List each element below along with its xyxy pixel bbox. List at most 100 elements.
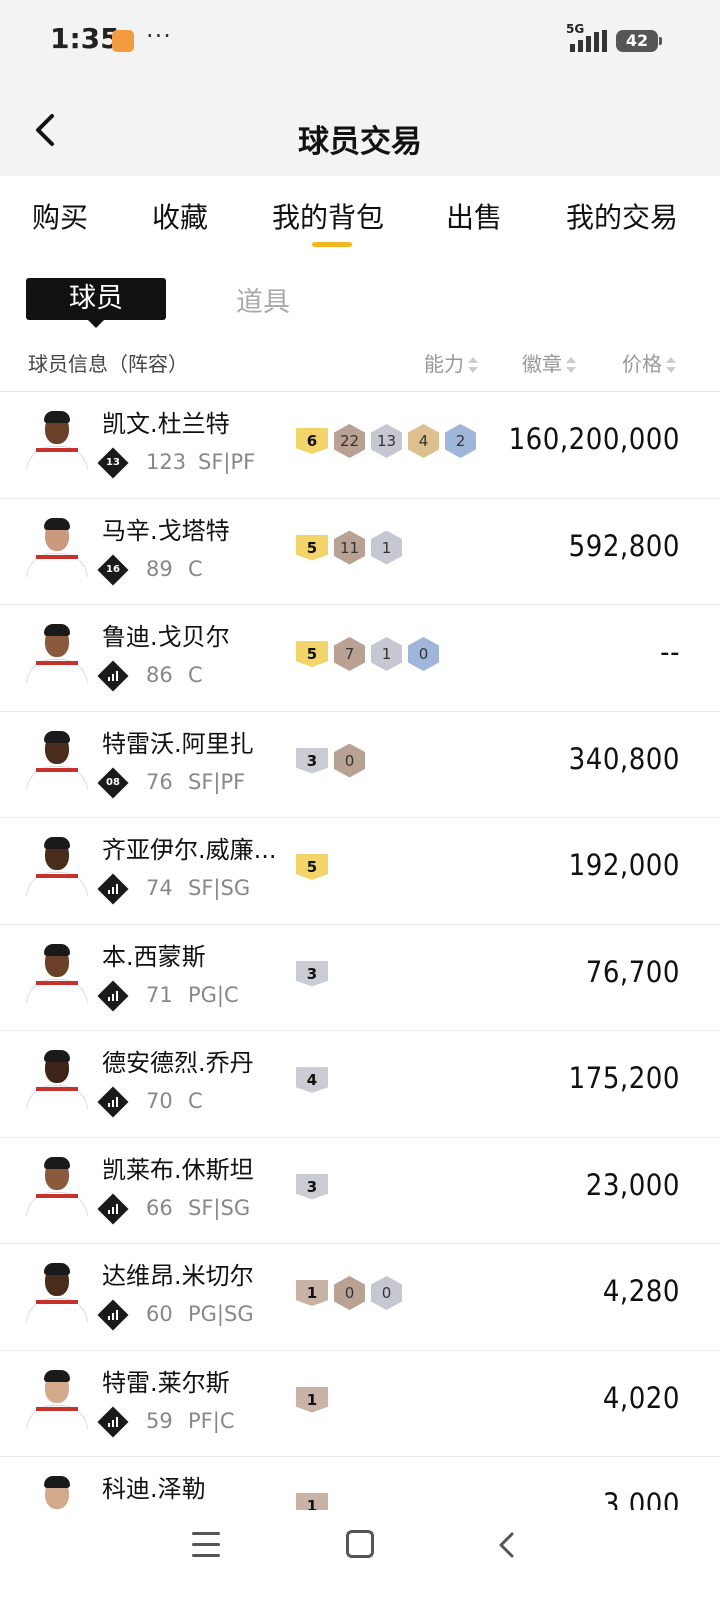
player-tier xyxy=(102,878,124,900)
badge-count: 4 xyxy=(408,424,439,458)
badge-count: 22 xyxy=(334,424,365,458)
column-player-info: 球员信息（阵容） xyxy=(28,352,188,376)
player-tier-icon xyxy=(97,1405,129,1438)
player-name: 本.西蒙斯 xyxy=(102,942,206,971)
player-avatar xyxy=(26,1154,88,1216)
player-row[interactable]: 本.西蒙斯 71 PG|C 3 76,700 xyxy=(0,925,720,1031)
player-tier-icon xyxy=(97,1086,129,1118)
home-icon[interactable] xyxy=(346,1530,374,1558)
player-tier-icon xyxy=(97,1299,129,1331)
player-rating: 123 xyxy=(146,450,187,474)
player-avatar xyxy=(26,621,88,683)
tab-my-trades[interactable]: 我的交易 xyxy=(566,196,678,236)
player-rating: 76 xyxy=(146,769,173,794)
status-bar: 1:35 ··· 5G 42 xyxy=(0,0,720,88)
sort-by-price[interactable]: 价格 xyxy=(622,348,676,377)
player-row[interactable]: 达维昂.米切尔 60 PG|SG 100 4,280 xyxy=(0,1244,720,1351)
tab-my-backpack[interactable]: 我的背包 xyxy=(272,196,384,236)
badge-count: 7 xyxy=(334,637,365,671)
player-tier: 08 xyxy=(106,776,120,788)
player-row[interactable]: 凯莱布.休斯坦 66 SF|SG 3 23,000 xyxy=(0,1138,720,1244)
ability-level-badge: 3 xyxy=(296,960,328,987)
player-name: 特雷.莱尔斯 xyxy=(102,1368,230,1397)
ability-level-badge: 1 xyxy=(296,1386,328,1413)
player-price: 4,020 xyxy=(602,1380,680,1415)
ability-level-badge: 6 xyxy=(296,428,328,454)
player-tier-icon: 08 xyxy=(97,766,129,799)
player-row[interactable]: 凯文.杜兰特 13 123 SF|PF 6 22 13 4 2 160,200,000 xyxy=(0,392,720,499)
player-avatar xyxy=(26,1367,88,1429)
badge-count: 0 xyxy=(334,1276,365,1310)
player-price: 192,000 xyxy=(568,848,680,882)
player-avatar xyxy=(26,1047,88,1109)
sort-icon xyxy=(468,357,478,373)
badge-count: 0 xyxy=(408,637,439,671)
player-avatar xyxy=(26,728,88,790)
player-name: 鲁迪.戈贝尔 xyxy=(102,623,230,651)
player-name: 特雷沃.阿里扎 xyxy=(102,729,254,758)
back-icon[interactable] xyxy=(492,1530,522,1560)
player-badges: 30 xyxy=(296,743,365,778)
player-name: 凯文.杜兰特 xyxy=(102,410,230,438)
player-avatar xyxy=(26,515,88,577)
player-rating: 89 xyxy=(146,556,173,581)
player-avatar xyxy=(26,834,88,896)
tab-favorites[interactable]: 收藏 xyxy=(152,196,208,236)
player-position: SF|SG xyxy=(188,876,251,900)
player-badges: 3 xyxy=(296,957,328,991)
player-tier xyxy=(102,1198,124,1220)
badge-count: 0 xyxy=(371,1276,402,1310)
subtab-items[interactable]: 道具 xyxy=(236,280,290,319)
subtab-players[interactable]: 球员 xyxy=(26,278,166,328)
sort-by-badges[interactable]: 徽章 xyxy=(522,348,576,377)
player-rating: 66 xyxy=(146,1195,173,1220)
player-position: C xyxy=(188,663,203,687)
player-badges: 1 xyxy=(296,1383,328,1417)
player-row[interactable]: 鲁迪.戈贝尔 86 C 5710 -- xyxy=(0,605,720,712)
player-row[interactable]: 德安德烈.乔丹 70 C 4 175,200 xyxy=(0,1031,720,1138)
system-nav-bar xyxy=(0,1510,720,1600)
player-tier-icon xyxy=(97,660,129,692)
player-tier-icon: 16 xyxy=(97,553,129,586)
ability-level-badge: 1 xyxy=(296,1280,328,1306)
more-notifications-icon: ··· xyxy=(146,22,172,50)
player-avatar xyxy=(26,1260,88,1322)
player-row[interactable]: 齐亚伊尔.威廉... 74 SF|SG 5 192,000 xyxy=(0,818,720,925)
player-badges: 3 xyxy=(296,1170,328,1204)
tab-buy[interactable]: 购买 xyxy=(32,196,88,236)
ability-level-badge: 1 xyxy=(296,1493,328,1510)
menu-icon[interactable] xyxy=(192,1532,220,1558)
player-badges: 100 xyxy=(296,1276,402,1310)
player-tier: 16 xyxy=(106,563,120,575)
player-row[interactable]: 马辛.戈塔特 16 89 C 5 11 1 592,800 xyxy=(0,499,720,605)
app-notification-icon xyxy=(112,30,134,52)
player-row[interactable]: 特雷沃.阿里扎 08 76 SF|PF 30 340,800 xyxy=(0,712,720,818)
player-avatar xyxy=(26,408,88,470)
ability-level-badge: 5 xyxy=(296,534,328,561)
player-row[interactable]: 科迪.泽勒 1 3,000 xyxy=(0,1457,720,1510)
ability-level-badge: 4 xyxy=(296,1067,328,1093)
player-tier xyxy=(102,985,124,1007)
tab-sell[interactable]: 出售 xyxy=(446,196,502,236)
ability-level-badge: 5 xyxy=(296,854,328,880)
player-price: 23,000 xyxy=(585,1167,680,1202)
player-rating: 71 xyxy=(146,982,173,1007)
player-position: PG|C xyxy=(188,982,239,1007)
player-position: PF|C xyxy=(188,1408,235,1433)
battery-icon: 42 xyxy=(616,30,662,52)
player-price: -- xyxy=(660,635,680,669)
ability-label: 能力 xyxy=(424,352,464,376)
price-label: 价格 xyxy=(622,352,662,376)
player-name: 达维昂.米切尔 xyxy=(102,1262,254,1290)
player-name: 齐亚伊尔.威廉... xyxy=(102,836,277,864)
player-position: SF|PF xyxy=(188,769,246,794)
player-price: 592,800 xyxy=(568,528,680,563)
player-tier xyxy=(102,1091,124,1113)
player-row[interactable]: 特雷.莱尔斯 59 PF|C 1 4,020 xyxy=(0,1351,720,1457)
ability-level-badge: 3 xyxy=(296,1173,328,1200)
player-badges: 5 xyxy=(296,850,328,884)
player-position: SF|SG xyxy=(188,1195,251,1220)
player-price: 340,800 xyxy=(568,741,680,776)
sort-by-ability[interactable]: 能力 xyxy=(424,348,478,377)
player-tier-icon: 13 xyxy=(97,447,129,479)
